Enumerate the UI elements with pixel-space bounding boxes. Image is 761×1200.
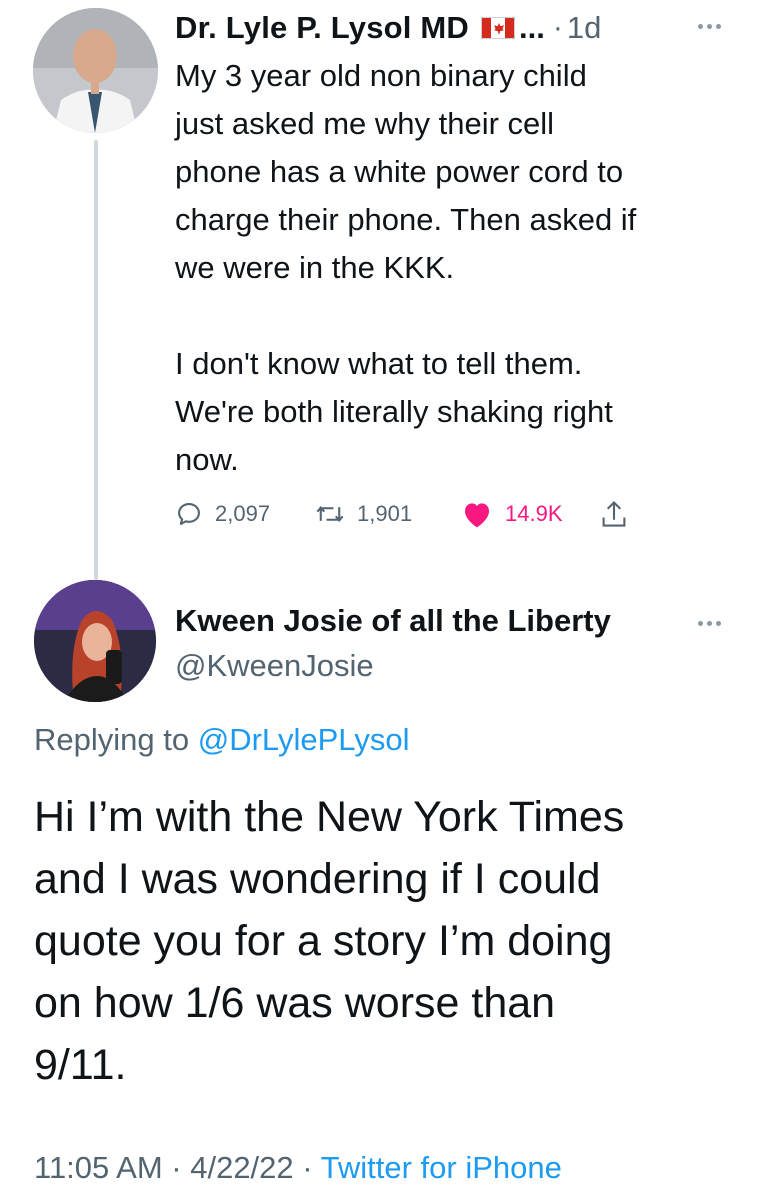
reply-icon bbox=[178, 503, 200, 525]
tweet-source-link[interactable]: Twitter for iPhone bbox=[321, 1150, 562, 1185]
avatar-photo-streamer bbox=[34, 580, 156, 702]
reply-author-name[interactable]: Kween Josie of all the Liberty bbox=[175, 603, 611, 639]
reply-count: 2,097 bbox=[215, 501, 271, 526]
share-icon bbox=[602, 500, 626, 527]
retweet-button[interactable]: 1,901 bbox=[315, 500, 461, 528]
tweet-time[interactable]: 1d bbox=[567, 10, 601, 46]
replying-to-mention[interactable]: @DrLylePLysol bbox=[198, 722, 410, 757]
more-options-icon[interactable] bbox=[698, 24, 721, 29]
canada-flag-icon bbox=[481, 17, 516, 39]
tweet-meta-line: 11:05 AM · 4/22/22 · Twitter for iPhone bbox=[34, 1150, 562, 1186]
reply-more-options-icon[interactable] bbox=[698, 621, 721, 626]
name-truncation-ellipsis: ... bbox=[519, 10, 545, 45]
separator-dot: · bbox=[552, 11, 563, 44]
tweet-actions-bar: 2,097 1,901 14.9K bbox=[175, 494, 627, 534]
author-name[interactable]: Dr. Lyle P. Lysol MD bbox=[175, 10, 469, 46]
tweet-timestamp[interactable]: 11:05 AM · 4/22/22 · bbox=[34, 1150, 321, 1185]
retweet-icon bbox=[316, 506, 344, 522]
reply-author-handle[interactable]: @KweenJosie bbox=[175, 648, 374, 684]
retweet-count: 1,901 bbox=[357, 501, 413, 526]
reply-tweet-text: Hi I’m with the New York Times and I was… bbox=[34, 793, 625, 1089]
share-button[interactable] bbox=[601, 499, 627, 529]
replying-to-line: Replying to @DrLylePLysol bbox=[34, 722, 410, 758]
avatar-photo-doctor bbox=[33, 8, 158, 133]
reply-button[interactable]: 2,097 bbox=[175, 500, 315, 528]
like-button[interactable]: 14.9K bbox=[461, 499, 601, 529]
parent-tweet-text: My 3 year old non binary child just aske… bbox=[175, 58, 637, 477]
heart-icon bbox=[465, 503, 489, 528]
thread-connector-line bbox=[94, 140, 98, 580]
like-count: 14.9K bbox=[505, 501, 563, 526]
author-avatar[interactable] bbox=[33, 8, 158, 133]
replying-to-label: Replying to bbox=[34, 722, 198, 757]
parent-tweet-header: Dr. Lyle P. Lysol MD ... · 1d bbox=[175, 8, 601, 48]
reply-author-avatar[interactable] bbox=[34, 580, 156, 702]
